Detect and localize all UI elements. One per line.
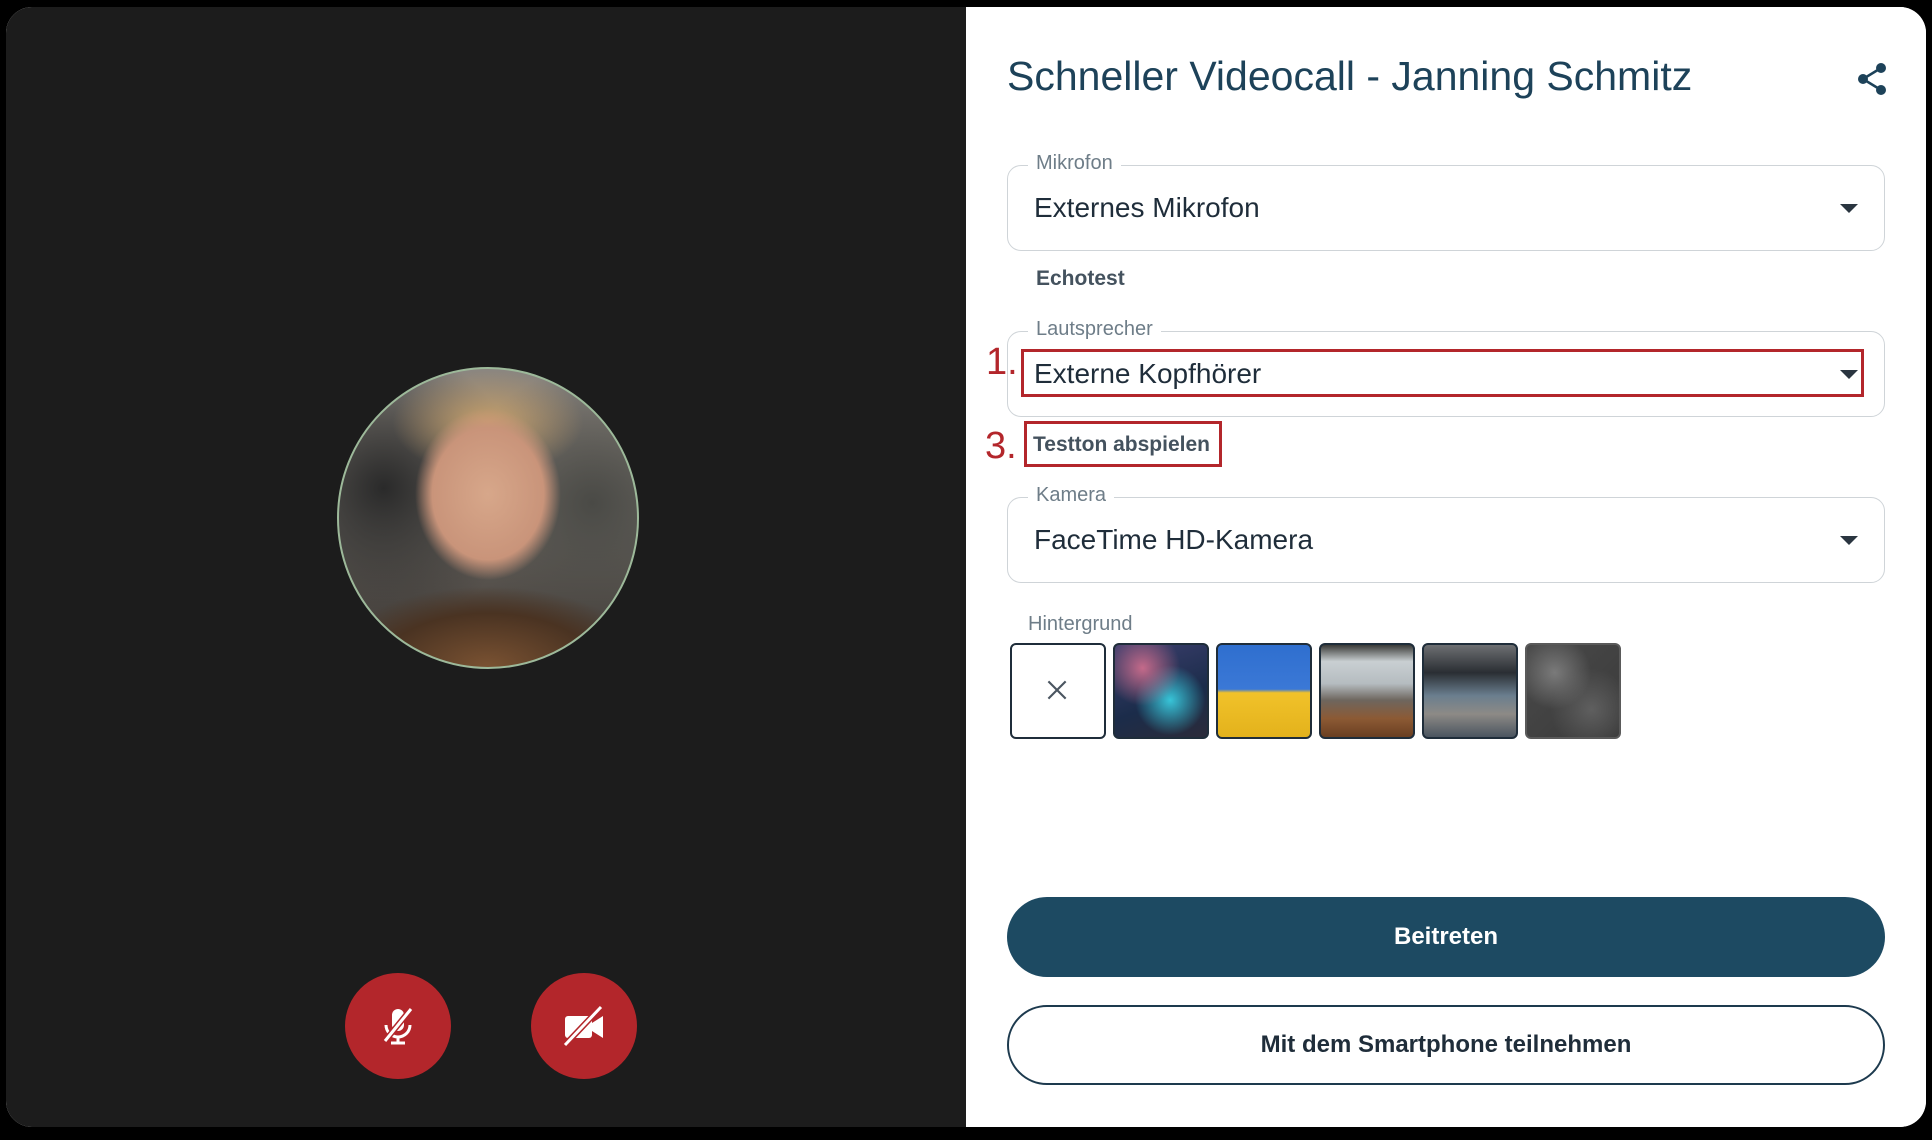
share-icon[interactable] — [1854, 61, 1890, 97]
camera-select[interactable]: Kamera FaceTime HD-Kamera — [1007, 484, 1885, 583]
camera-value: FaceTime HD-Kamera — [1034, 524, 1314, 555]
microphone-value: Externes Mikrofon — [1034, 192, 1260, 223]
microphone-select[interactable]: Mikrofon Externes Mikrofon — [1007, 152, 1885, 251]
close-icon — [1047, 680, 1067, 700]
background-label: Hintergrund — [1028, 613, 1133, 635]
background-option-flag[interactable] — [1216, 643, 1312, 739]
background-option-office-window[interactable] — [1319, 643, 1415, 739]
background-option-none[interactable] — [1010, 643, 1106, 739]
echotest-link[interactable]: Echotest — [1036, 267, 1125, 291]
speaker-label: Lautsprecher — [1028, 318, 1161, 341]
call-setup-window: Schneller Videocall - Janning Schmitz Mi… — [6, 7, 1926, 1127]
annotation-number-1: 1. — [986, 341, 1018, 383]
mute-microphone-button[interactable] — [345, 973, 451, 1079]
microphone-label: Mikrofon — [1028, 152, 1121, 175]
toggle-camera-button[interactable] — [531, 973, 637, 1079]
participant-avatar — [337, 367, 639, 669]
video-preview-panel — [6, 7, 966, 1127]
join-button[interactable]: Beitreten — [1007, 897, 1885, 977]
annotation-highlight-speaker — [1021, 349, 1864, 397]
annotation-number-3: 3. — [985, 425, 1017, 467]
camera-label: Kamera — [1028, 484, 1115, 507]
mic-off-icon — [382, 1007, 414, 1045]
chevron-down-icon — [1840, 204, 1858, 213]
background-option-modern-office[interactable] — [1422, 643, 1518, 739]
chevron-down-icon — [1840, 536, 1858, 545]
camera-off-icon — [562, 1004, 604, 1048]
background-option-dark-texture[interactable] — [1525, 643, 1621, 739]
page-title: Schneller Videocall - Janning Schmitz — [1007, 53, 1693, 99]
settings-panel: Schneller Videocall - Janning Schmitz Mi… — [966, 7, 1926, 1127]
background-option-blurred-blue[interactable] — [1113, 643, 1209, 739]
annotation-highlight-test-tone — [1024, 421, 1222, 467]
join-with-smartphone-button[interactable]: Mit dem Smartphone teilnehmen — [1007, 1005, 1885, 1085]
